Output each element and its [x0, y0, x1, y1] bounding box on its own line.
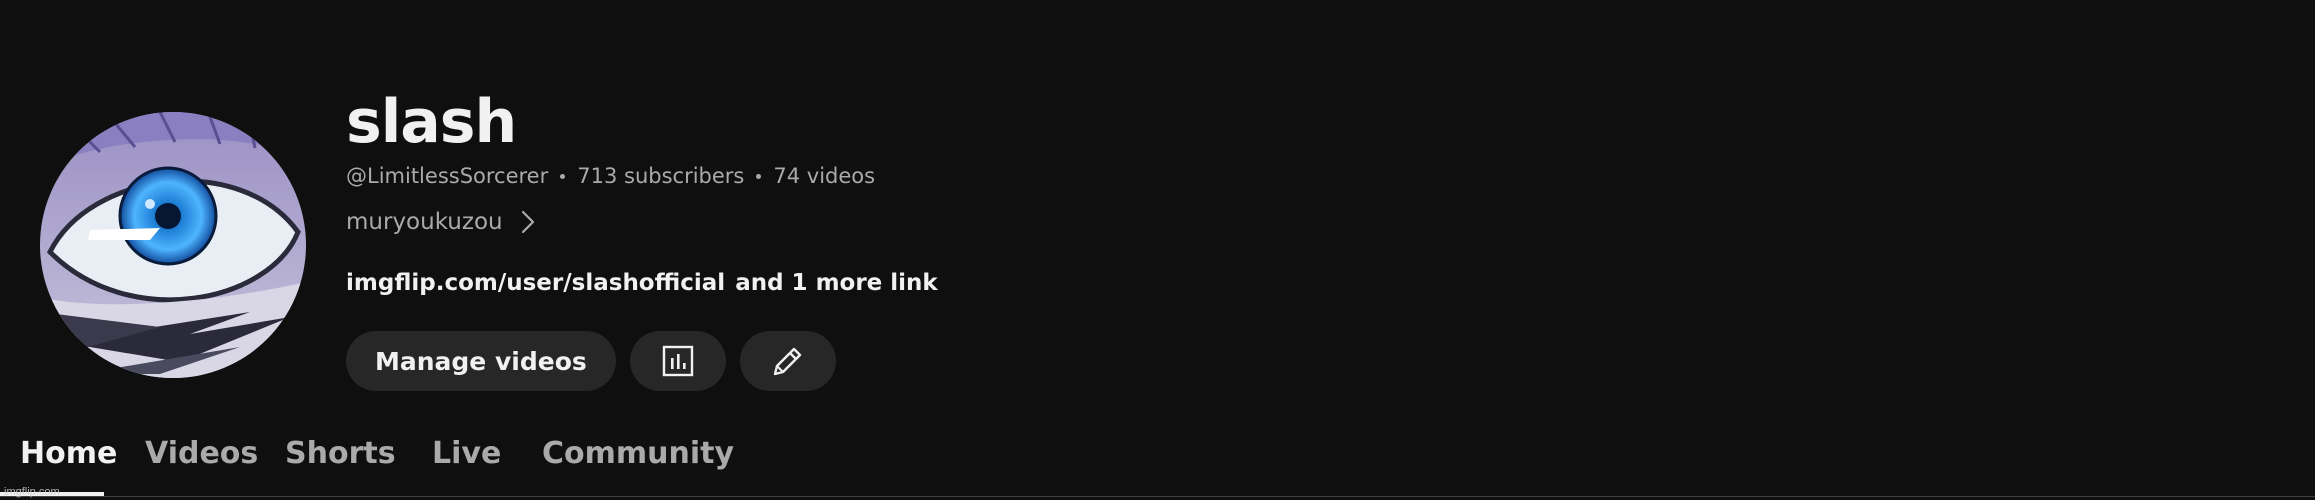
- tab-community[interactable]: Community: [542, 436, 734, 471]
- separator-dot: [756, 173, 762, 179]
- analytics-icon: [662, 345, 693, 377]
- tab-videos[interactable]: Videos: [145, 436, 258, 471]
- edit-channel-button[interactable]: [739, 331, 836, 391]
- manage-videos-button[interactable]: Manage videos: [346, 331, 616, 391]
- subscriber-count: 713 subscribers: [577, 164, 745, 188]
- channel-links: imgflip.com/user/slashofficial and 1 mor…: [346, 266, 938, 300]
- channel-handle: @LimitlessSorcerer: [346, 164, 549, 188]
- tab-live[interactable]: Live: [432, 436, 501, 471]
- tab-shorts[interactable]: Shorts: [285, 436, 396, 471]
- channel-meta: @LimitlessSorcerer 713 subscribers 74 vi…: [346, 161, 875, 191]
- channel-tabs: Home Videos Shorts Live Community: [0, 430, 2315, 500]
- channel-link[interactable]: imgflip.com/user/slashofficial: [346, 270, 725, 296]
- video-count: 74 videos: [773, 164, 876, 188]
- more-links-button[interactable]: and 1 more link: [735, 270, 938, 296]
- pencil-icon: [773, 347, 801, 376]
- channel-actions: Manage videos: [346, 331, 836, 391]
- tab-home[interactable]: Home: [20, 436, 117, 471]
- analytics-button[interactable]: [629, 331, 726, 391]
- channel-avatar[interactable]: [40, 112, 306, 378]
- channel-name: slash: [346, 87, 517, 157]
- channel-description[interactable]: muryoukuzou: [346, 206, 535, 238]
- avatar-eye-image: [40, 112, 306, 378]
- chevron-right-icon: [521, 210, 534, 234]
- watermark: imgflip.com: [4, 486, 60, 498]
- tabs-divider: [0, 496, 2315, 497]
- description-text: muryoukuzou: [346, 209, 503, 235]
- separator-dot: [560, 173, 566, 179]
